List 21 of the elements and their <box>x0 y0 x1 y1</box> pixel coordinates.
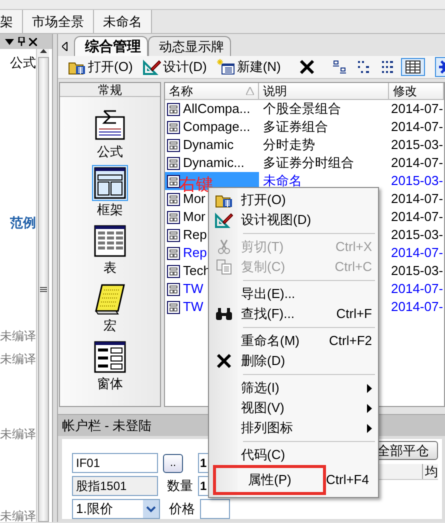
category-header: 常规 <box>60 83 160 97</box>
field-label: 数量 <box>166 478 193 494</box>
table-cell-text: 2014-07- <box>390 299 444 315</box>
table-cell-text: 2014-07- <box>390 101 444 117</box>
table-cell-text: 多证券分时组合 <box>262 155 355 171</box>
table-cell-text: 分时走势 <box>262 137 316 153</box>
table-cell-text: 个股全景组合 <box>262 101 342 117</box>
table-cell-text: 多证券组合 <box>262 119 329 135</box>
table-cell-text: 未命名 <box>262 173 303 189</box>
table-cell-text: 2014-07- <box>390 191 444 207</box>
field-label: 价格 <box>168 501 195 517</box>
table-cell-text: 2015-03- <box>390 173 444 189</box>
table-cell-text: 2015-03- <box>390 137 444 153</box>
table-cell-text: 2014-07- <box>390 245 444 261</box>
table-cell-text: 2014-07- <box>390 281 444 297</box>
table-cell-text: 2014-07- <box>390 155 444 171</box>
table-cell-text: 2014-07- <box>390 119 444 135</box>
input-field: 股指1501 <box>72 476 158 496</box>
table-cell-text: 2015-03- <box>390 263 444 279</box>
table-cell-text: 2014-07- <box>390 209 444 225</box>
table-cell-text: 2015-03- <box>390 227 444 243</box>
